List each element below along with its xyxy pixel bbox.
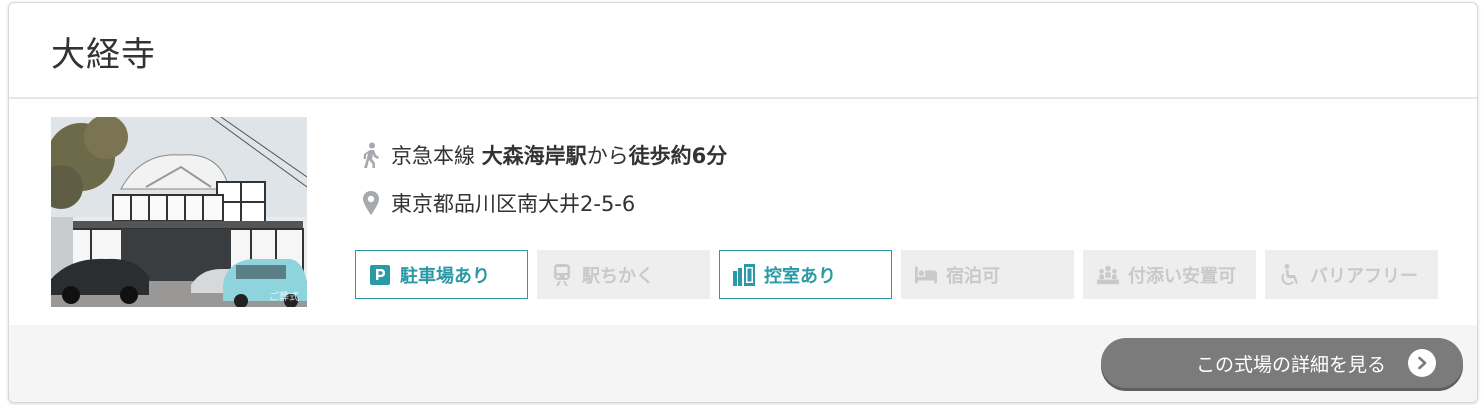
bed-icon [915,264,937,286]
feature-label: 駅ちかく [582,265,654,287]
access-info: 京急本線 大森海岸駅 から 徒歩約6分 [359,139,727,171]
walking-person-icon [359,141,383,169]
venue-photo[interactable]: ご葬式 [51,117,307,307]
train-icon [551,263,573,286]
feature-near-station: 駅ちかく [537,250,710,299]
waiting-room-icon [733,263,755,286]
chevron-right-icon [1408,349,1436,377]
feature-overnight: 宿泊可 [901,250,1074,299]
feature-label: 宿泊可 [946,265,1000,287]
card-footer: この式場の詳細を見る [9,325,1477,402]
train-line: 京急本線 [391,144,475,168]
walk-time: 徒歩約6分 [628,144,728,168]
feature-tags: 駐車場あり 駅ちかく 控室あり 宿泊可 付添い安置可 バリアフリー [355,250,1447,299]
station-name: 大森海岸駅 [481,144,587,168]
photo-watermark: ご葬式 [269,292,299,303]
parking-icon [369,264,391,286]
attendants-icon [1097,264,1119,286]
address-info: 東京都品川区南大井2-5-6 [359,187,635,219]
map-pin-icon [359,189,383,217]
feature-label: 付添い安置可 [1128,265,1236,287]
feature-parking: 駐車場あり [355,250,528,299]
feature-label: バリアフリー [1310,265,1418,287]
feature-label: 駐車場あり [400,265,490,287]
venue-card: 大経寺 ご葬式 京急本線 大森海岸駅 から 徒歩約6分 東京都品川区南大井2-5… [8,2,1478,403]
feature-barrier-free: バリアフリー [1265,250,1438,299]
feature-waiting-room: 控室あり [719,250,892,299]
feature-attendant-enshrinement: 付添い安置可 [1083,250,1256,299]
address-text: 東京都品川区南大井2-5-6 [391,192,636,216]
view-details-button[interactable]: この式場の詳細を見る [1101,338,1463,388]
access-from: から [586,144,629,168]
card-header: 大経寺 [9,3,1477,99]
feature-label: 控室あり [764,265,836,287]
view-details-label: この式場の詳細を見る [1195,353,1386,376]
wheelchair-icon [1279,263,1301,286]
venue-title: 大経寺 [51,35,156,75]
